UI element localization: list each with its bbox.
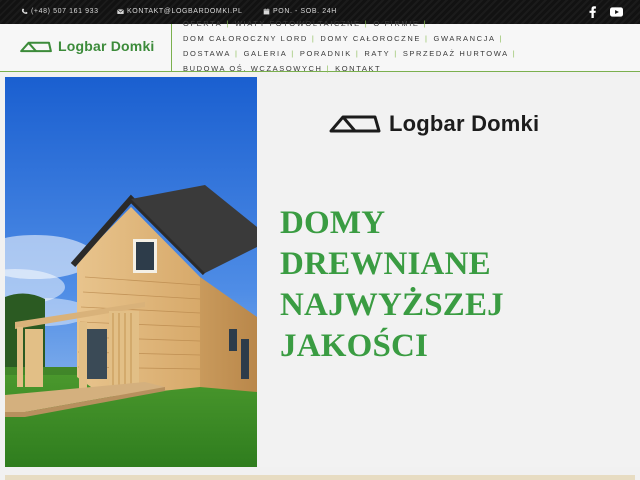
nav-gwarancja[interactable]: GWARANCJA [434,34,496,43]
site-header: Logbar Domki OFERTA | WIATY FOTOWOLTAICZN… [0,19,640,73]
header-logo[interactable]: Logbar Domki [20,38,155,54]
nav-poradnik[interactable]: PORADNIK [300,49,352,58]
nav-separator: | [355,49,360,58]
nav-row-3: DOSTAWA | GALERIA | PORADNIK | RATY | SPRZED… [183,49,521,58]
nav-separator: | [226,19,230,28]
facebook-link[interactable] [585,5,599,19]
roof-logo-icon [329,115,381,133]
nav-separator: | [423,19,428,28]
nav-o-firmie[interactable]: O FIRMIE [373,19,419,28]
opening-hours: PON. - SOB. 24H [263,8,337,15]
nav-galeria[interactable]: GALERIA [244,49,288,58]
next-section-edge [5,475,635,480]
nav-budowa-osrodkow[interactable]: BUDOWA OŚ. WCZASOWYCH [183,64,323,73]
wooden-house-illustration [5,77,257,467]
email-contact[interactable]: KONTAKT@LOGBARDOMKI.PL [117,8,242,15]
nav-separator: | [394,49,398,58]
hero-logo-text: Logbar Domki [389,111,540,136]
headline-line-3: NAJWYŻSZEJ [280,287,504,323]
nav-separator: | [235,49,239,58]
nav-raty[interactable]: RATY [364,49,390,58]
hero-house-image [5,77,257,467]
nav-row-4: BUDOWA OŚ. WCZASOWYCH | KONTAKT [183,64,381,73]
nav-wiaty[interactable]: WIATY FOTOWOLTAICZNE [235,19,361,28]
nav-separator: | [326,64,331,73]
roof-logo-icon [20,41,52,52]
nav-separator: | [364,19,369,28]
hero-headline: DOMY DREWNIANE NAJWYŻSZEJ JAKOŚCI [280,203,620,367]
hours-text: PON. - SOB. 24H [273,8,337,15]
phone-number: (+48) 507 161 933 [31,8,99,15]
nav-dom-lord[interactable]: DOM CAŁOROCZNY LORD [183,34,308,43]
header-divider [171,24,172,72]
phone-icon [21,8,28,14]
envelope-icon [117,9,124,14]
nav-separator: | [424,34,429,43]
nav-row-2: DOM CAŁOROCZNY LORD | DOMY CAŁOROCZNE | GW… [183,34,508,43]
hero-logo: Logbar Domki [329,111,539,137]
nav-row-1: OFERTA | WIATY FOTOWOLTAICZNE | O FIRMIE | [183,19,432,28]
nav-separator: | [512,49,517,58]
nav-separator: | [499,34,504,43]
nav-oferta[interactable]: OFERTA [183,19,222,28]
calendar-icon [263,8,270,15]
email-address: KONTAKT@LOGBARDOMKI.PL [127,8,243,15]
headline-line-1: DOMY [280,205,386,241]
header-logo-text: Logbar Domki [58,38,155,54]
phone-contact[interactable]: (+48) 507 161 933 [21,8,99,15]
youtube-link[interactable] [609,5,623,19]
headline-line-4: JAKOŚCI [280,328,429,364]
youtube-icon [609,7,623,17]
facebook-icon [589,6,596,18]
nav-separator: | [311,34,316,43]
nav-domy-caloroczne[interactable]: DOMY CAŁOROCZNE [320,34,421,43]
nav-dostawa[interactable]: DOSTAWA [183,49,231,58]
nav-kontakt[interactable]: KONTAKT [335,64,381,73]
nav-sprzedaz-hurtowa[interactable]: SPRZEDAŻ HURTOWA [403,49,509,58]
nav-separator: | [291,49,295,58]
hero-text-panel: Logbar Domki DOMY DREWNIANE NAJWYŻSZEJ J… [257,77,640,467]
headline-line-2: DREWNIANE [280,246,491,282]
